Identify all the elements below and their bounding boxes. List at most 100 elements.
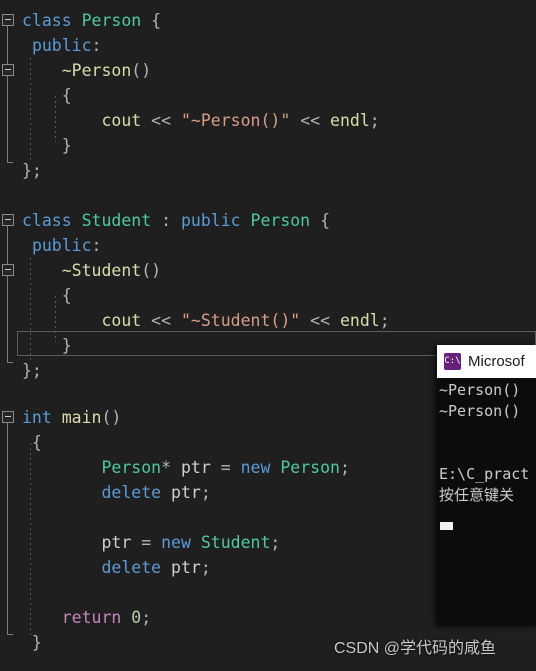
code-line[interactable]: { — [0, 430, 42, 455]
code-line-text: public: — [0, 36, 102, 55]
code-line[interactable]: delete ptr; — [0, 480, 210, 505]
code-line[interactable]: public: — [0, 33, 102, 58]
console-output-area[interactable]: ~Person() ~Person() E:\C_pract 按任意键关 — [437, 378, 536, 626]
code-token: << — [151, 111, 172, 130]
code-line-text: class Person { — [0, 11, 161, 30]
code-token: : — [91, 236, 102, 255]
code-line[interactable] — [0, 505, 22, 530]
code-token: cout — [101, 311, 142, 330]
code-token: "~Student()" — [180, 311, 301, 330]
code-token: () — [131, 61, 152, 80]
code-token: { — [151, 11, 162, 30]
code-token: { — [22, 433, 42, 452]
code-token: main — [61, 408, 102, 427]
code-token: } — [22, 633, 42, 652]
console-titlebar[interactable]: C:\ Microsof — [437, 345, 536, 378]
console-app-icon: C:\ — [444, 353, 461, 370]
code-token: new — [161, 533, 191, 552]
fold-collapse-icon[interactable] — [2, 264, 14, 276]
code-token: } — [22, 136, 72, 155]
code-line[interactable]: cout << "~Person()" << endl; — [0, 108, 379, 133]
code-line[interactable] — [0, 580, 22, 605]
code-line[interactable]: ~Student() — [0, 258, 161, 283]
code-line[interactable]: public: — [0, 233, 102, 258]
code-line[interactable]: class Student : public Person { — [0, 208, 330, 233]
code-line[interactable]: Person* ptr = new Person; — [0, 455, 349, 480]
code-line[interactable]: delete ptr; — [0, 555, 210, 580]
console-output-line: E:\C_pract — [439, 465, 530, 483]
code-line-text: }; — [0, 161, 42, 180]
code-token: class — [22, 211, 72, 230]
code-token: delete — [101, 558, 162, 577]
code-token: Person — [250, 211, 311, 230]
code-line[interactable]: class Person { — [0, 8, 161, 33]
code-token: Person — [81, 11, 142, 30]
code-line-text: delete ptr; — [0, 483, 210, 502]
code-token: * — [161, 458, 172, 477]
code-line[interactable] — [0, 183, 22, 208]
code-line-text: delete ptr; — [0, 558, 210, 577]
code-token: Student — [71, 261, 142, 280]
code-token: Person — [280, 458, 340, 477]
code-token: endl — [339, 311, 380, 330]
code-line[interactable]: } — [0, 630, 42, 655]
fold-collapse-icon[interactable] — [2, 14, 14, 26]
code-line[interactable]: } — [0, 333, 72, 358]
fold-collapse-icon[interactable] — [2, 64, 14, 76]
code-line-text: { — [0, 286, 72, 305]
code-line[interactable]: }; — [0, 358, 42, 383]
code-line[interactable]: } — [0, 133, 72, 158]
code-line[interactable]: int main() — [0, 405, 121, 430]
screenshot-root: class Person { public: ~Person() { cout … — [0, 0, 536, 671]
code-token: Person — [101, 458, 162, 477]
console-icon-label: C:\ — [444, 356, 461, 366]
code-line[interactable]: return 0; — [0, 605, 151, 630]
code-line[interactable]: }; — [0, 158, 42, 183]
code-token: public — [180, 211, 241, 230]
code-token: new — [240, 458, 271, 477]
code-line-text: ~Student() — [0, 261, 161, 280]
code-token: class — [22, 11, 72, 30]
code-line-text: }; — [0, 361, 42, 380]
fold-collapse-icon[interactable] — [2, 214, 14, 226]
code-token: ; — [379, 311, 390, 330]
code-token: Student — [81, 211, 152, 230]
code-token: ptr — [101, 533, 132, 552]
fold-collapse-icon[interactable] — [2, 411, 14, 423]
debug-console-window[interactable]: C:\ Microsof ~Person() ~Person() E:\C_prac… — [437, 345, 536, 626]
code-line-text: { — [0, 433, 42, 452]
code-token: public — [31, 236, 92, 255]
code-token: { — [320, 211, 330, 230]
code-token: ptr — [171, 483, 201, 502]
code-token: : — [91, 36, 102, 55]
code-token: delete — [101, 483, 162, 502]
code-line[interactable]: { — [0, 283, 72, 308]
code-line[interactable]: { — [0, 83, 72, 108]
code-token: }; — [22, 361, 42, 380]
code-line[interactable]: ptr = new Student; — [0, 530, 280, 555]
code-token: << — [300, 111, 321, 130]
code-token: ~ — [22, 261, 72, 280]
code-line-text: return 0; — [0, 608, 151, 627]
code-line[interactable]: ~Person() — [0, 58, 151, 83]
code-line-text: Person* ptr = new Person; — [0, 458, 349, 477]
code-line-text: int main() — [0, 408, 121, 427]
code-line[interactable]: cout << "~Student()" << endl; — [0, 308, 390, 333]
